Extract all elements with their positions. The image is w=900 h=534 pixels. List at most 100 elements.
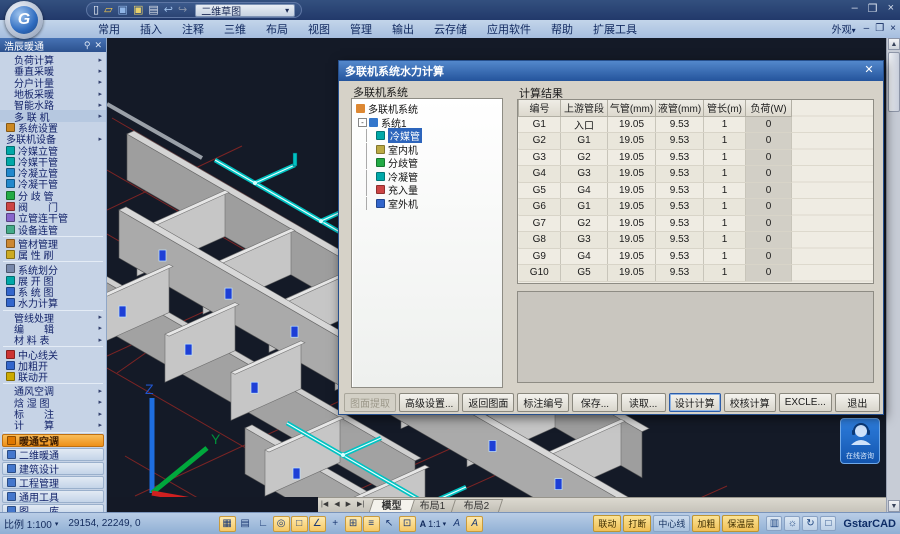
appearance-menu[interactable]: 外观▾	[832, 21, 856, 36]
workspace-dropdown[interactable]: 二维草图 ▾	[195, 4, 295, 17]
table-row[interactable]: G4G319.059.5310	[519, 166, 792, 183]
dialog-button[interactable]: 校核计算	[724, 393, 776, 412]
toggle-on[interactable]: 打断	[623, 515, 651, 532]
tab-nav-arrow-icon[interactable]: ▶	[343, 498, 354, 512]
layout-tab[interactable]: 布局2	[451, 499, 503, 512]
scroll-up-icon[interactable]: ▲	[888, 38, 900, 50]
bulb-icon[interactable]: ☼	[784, 516, 800, 531]
undo-icon[interactable]: ↩	[164, 3, 173, 17]
sidebar-item[interactable]: 暖通空调	[2, 434, 104, 447]
table-row[interactable]: G10G519.059.5310	[519, 265, 792, 282]
scrollbar-thumb[interactable]	[888, 52, 900, 112]
workspace-switch-icon[interactable]: ▥	[766, 516, 782, 531]
table-row[interactable]: G2G119.059.5310	[519, 133, 792, 150]
pin-icon[interactable]: ⚲	[84, 40, 91, 51]
open-folder-icon[interactable]: ▱	[104, 3, 112, 17]
grid-icon[interactable]: ▤	[237, 516, 254, 532]
column-header[interactable]: 管长(m)	[704, 100, 746, 116]
table-row[interactable]: G6G119.059.5310	[519, 199, 792, 216]
collapse-icon[interactable]: -	[358, 118, 367, 127]
results-table-container[interactable]: 编号上游管段气管(mm)液管(mm)管长(m)负荷(W) G1入口19.059.…	[517, 99, 874, 284]
save-icon[interactable]: ▣	[118, 3, 128, 17]
app-logo-button[interactable]: G	[5, 1, 43, 39]
ribbon-tab[interactable]: 视图	[298, 20, 340, 38]
ribbon-tab[interactable]: 云存储	[424, 20, 477, 38]
sidebar-item[interactable]: 计 算▸	[0, 419, 106, 430]
tree-leaf-row[interactable]: 冷凝管	[352, 170, 502, 184]
system-tree[interactable]: 多联机系统-系统1冷媒管室内机分歧管冷凝管充入量室外机	[351, 98, 503, 388]
column-header[interactable]: 液管(mm)	[656, 100, 704, 116]
sidebar-item[interactable]: 工程管理	[2, 476, 104, 489]
annotation-scale-dropdown[interactable]: A 1:1 ▾	[420, 519, 447, 529]
sidebar-item[interactable]: 设备连管	[0, 223, 106, 234]
sidebar-item[interactable]: 属 性 刷	[0, 249, 106, 260]
scale-dropdown[interactable]: 比例 1:100 ▾	[4, 516, 58, 531]
tree-root-row[interactable]: 多联机系统	[352, 102, 502, 116]
column-header[interactable]: 气管(mm)	[608, 100, 656, 116]
tree-leaf-row[interactable]: 分歧管	[352, 156, 502, 170]
toggle-on[interactable]: 加粗	[692, 515, 720, 532]
redo-icon[interactable]: ↪	[178, 3, 187, 17]
ribbon-tab[interactable]: 应用软件	[477, 20, 541, 38]
fill-mode-icon[interactable]: ▦	[219, 516, 236, 532]
toggle-off[interactable]: 中心线	[653, 515, 690, 532]
sidebar-item[interactable]: 材 料 表▸	[0, 334, 106, 345]
minimize-icon[interactable]: –	[852, 2, 858, 15]
dialog-button[interactable]: 返回图面	[462, 393, 514, 412]
layout-tab[interactable]: 模型	[369, 499, 415, 512]
dialog-button[interactable]: 设计计算	[669, 393, 721, 412]
select-cycle-icon[interactable]: ↖	[381, 516, 398, 532]
lineweight-icon[interactable]: ≡	[363, 516, 380, 532]
tree-system-row[interactable]: -系统1	[352, 116, 502, 130]
ribbon-tab[interactable]: 注释	[172, 20, 214, 38]
vertical-scrollbar[interactable]: ▲ ▼	[886, 38, 900, 512]
dyn-input-icon[interactable]: ⊞	[345, 516, 362, 532]
snap-icon[interactable]: +	[327, 516, 344, 532]
column-header[interactable]: 编号	[519, 100, 561, 116]
table-row[interactable]: G1入口19.059.5310	[519, 116, 792, 133]
column-header[interactable]: 负荷(W)	[746, 100, 792, 116]
ribbon-tab[interactable]: 输出	[382, 20, 424, 38]
ribbon-tab[interactable]: 常用	[88, 20, 130, 38]
table-row[interactable]: G8G319.059.5310	[519, 232, 792, 249]
save-as-icon[interactable]: ▣	[133, 3, 143, 17]
tree-leaf-row[interactable]: 冷媒管	[352, 129, 502, 143]
tab-nav-arrow-icon[interactable]: ◀	[331, 498, 342, 512]
new-file-icon[interactable]: ▯	[93, 3, 99, 17]
scroll-down-icon[interactable]: ▼	[888, 500, 900, 512]
print-icon[interactable]: ▤	[148, 3, 158, 17]
quick-view-icon[interactable]: ⊡	[399, 516, 416, 532]
ribbon-tab[interactable]: 管理	[340, 20, 382, 38]
ribbon-close-icon[interactable]: ×	[890, 23, 896, 34]
sidebar-item[interactable]: 通用工具	[2, 490, 104, 503]
table-row[interactable]: G7G219.059.5310	[519, 215, 792, 232]
dialog-button[interactable]: 高级设置...	[399, 393, 459, 412]
tab-nav-arrow-icon[interactable]: |◀	[318, 498, 331, 512]
angle-snap-icon[interactable]: ∠	[309, 516, 326, 532]
toggle-on[interactable]: 保温层	[722, 515, 759, 532]
dialog-button[interactable]: 退出	[835, 393, 880, 412]
tree-leaf-row[interactable]: 室内机	[352, 143, 502, 157]
tree-leaf-row[interactable]: 室外机	[352, 197, 502, 211]
dialog-button[interactable]: 读取...	[621, 393, 666, 412]
ribbon-tab[interactable]: 扩展工具	[583, 20, 647, 38]
ribbon-tab[interactable]: 插入	[130, 20, 172, 38]
close-icon[interactable]: ✕	[94, 40, 102, 51]
anno-visibility-icon[interactable]: A	[448, 516, 465, 532]
auto-anno-icon[interactable]: A	[466, 516, 483, 532]
online-consult-badge[interactable]: 在线咨询	[840, 418, 880, 464]
osnap-icon[interactable]: □	[291, 516, 308, 532]
fullscreen-icon[interactable]: □	[820, 516, 836, 531]
dialog-title-bar[interactable]: 多联机系统水力计算 ✕	[339, 61, 883, 81]
dialog-button[interactable]: 标注编号	[517, 393, 569, 412]
table-row[interactable]: G5G419.059.5310	[519, 182, 792, 199]
refresh-icon[interactable]: ↻	[802, 516, 818, 531]
dialog-close-button[interactable]: ✕	[861, 64, 877, 78]
sidebar-item[interactable]: 图 库	[2, 504, 104, 513]
sidebar-item[interactable]: 联动开	[0, 371, 106, 382]
toggle-on[interactable]: 联动	[593, 515, 621, 532]
tab-nav-arrow-icon[interactable]: ▶|	[354, 498, 367, 512]
ribbon-minimize-icon[interactable]: –	[864, 23, 870, 34]
ribbon-restore-icon[interactable]: ❐	[875, 23, 884, 34]
sidebar-item[interactable]: 水力计算	[0, 297, 106, 308]
